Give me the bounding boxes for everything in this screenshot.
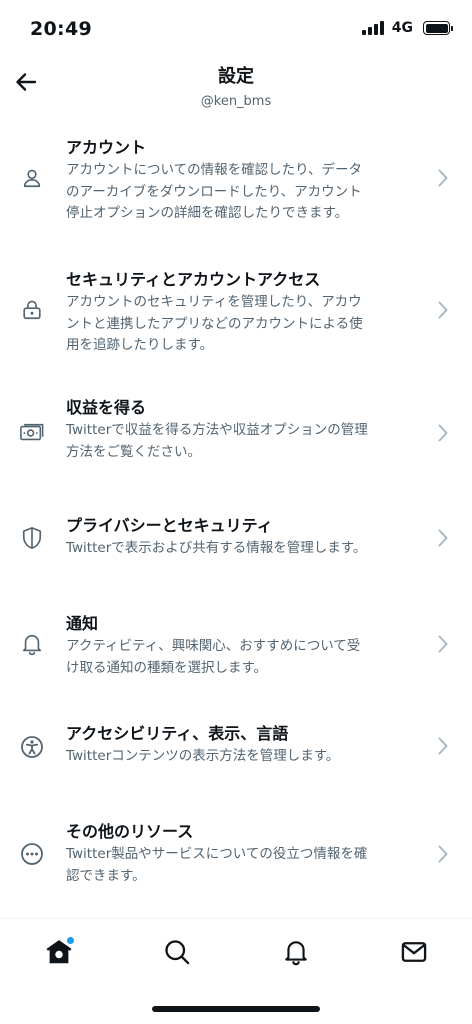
shield-icon — [20, 526, 44, 550]
home-indicator — [152, 1006, 320, 1012]
settings-item-label: 通知 — [66, 614, 99, 633]
lock-icon — [20, 298, 44, 322]
settings-item-desc-line: Twitterで収益を得る方法や収益オプションの管理 — [66, 422, 368, 438]
accessibility-icon — [20, 735, 44, 759]
settings-item-desc-line: Twitterで表示および共有する情報を管理します。 — [66, 540, 367, 556]
person-icon — [20, 166, 44, 190]
cellular-signal-icon — [361, 21, 384, 35]
settings-item-additional-resources[interactable]: その他のリソース Twitter製品やサービスについての役立つ情報を確 認できま… — [0, 806, 472, 910]
chevron-right-icon — [436, 634, 450, 654]
header-titles: 設定 @ken_bms — [0, 62, 472, 109]
unread-dot — [67, 937, 74, 944]
chevron-right-icon — [436, 423, 450, 443]
settings-item-privacy[interactable]: プライバシーとセキュリティ Twitterで表示および共有する情報を管理します。 — [0, 494, 472, 598]
chevron-right-icon — [436, 844, 450, 864]
account-handle: @ken_bms — [200, 94, 272, 109]
bell-icon — [20, 632, 44, 656]
notifications-icon — [285, 941, 307, 966]
settings-item-label: 収益を得る — [66, 398, 147, 417]
settings-item-desc-line: 方法をご覧ください。 — [66, 443, 201, 460]
settings-item-desc-line: 認できます。 — [66, 867, 146, 884]
settings-item-desc-line: ントと連携したアプリなどのアカウントによる使 — [66, 315, 363, 332]
settings-item-security[interactable]: セキュリティとアカウントアクセス アカウントのセキュリティを管理したり、アカウ … — [0, 250, 472, 382]
settings-list: アカウント アカウントについての情報を確認したり、データ のアーカイブをダウンロ… — [0, 118, 472, 910]
settings-item-desc-line: アカウントのセキュリティを管理したり、アカウ — [66, 294, 362, 310]
search-icon — [165, 940, 190, 965]
network-type: 4G — [391, 20, 413, 36]
settings-item-account[interactable]: アカウント アカウントについての情報を確認したり、データ のアーカイブをダウンロ… — [0, 118, 472, 250]
settings-item-desc-line: アクティビティ、興味関心、おすすめについて受 — [66, 638, 361, 654]
status-time: 20:49 — [30, 18, 92, 40]
settings-item-desc-line: Twitterコンテンツの表示方法を管理します。 — [66, 748, 340, 764]
settings-header: 設定 @ken_bms — [0, 58, 472, 118]
status-bar: 20:49 4G — [0, 0, 472, 58]
settings-item-desc-line: Twitter製品やサービスについての役立つ情報を確 — [66, 846, 368, 862]
chevron-right-icon — [436, 528, 450, 548]
settings-item-label: アクセシビリティ、表示、言語 — [66, 724, 289, 743]
tab-messages[interactable] — [397, 935, 431, 969]
chevron-right-icon — [436, 300, 450, 320]
more-circle-icon — [20, 842, 44, 866]
settings-item-desc-line: 停止オプションの詳細を確認したりできます。 — [66, 205, 349, 221]
page-title: 設定 — [218, 66, 254, 87]
settings-item-desc-line: のアーカイブをダウンロードしたり、アカウント — [66, 183, 362, 200]
settings-item-label: セキュリティとアカウントアクセス — [66, 270, 321, 289]
tab-notifications[interactable] — [279, 935, 313, 969]
money-icon — [20, 421, 44, 445]
tab-home[interactable] — [42, 935, 76, 969]
messages-icon — [401, 942, 427, 962]
battery-icon — [423, 21, 453, 35]
status-indicators: 4G — [361, 20, 453, 36]
settings-item-notifications[interactable]: 通知 アクティビティ、興味関心、おすすめについて受 け取る通知の種類を選択します… — [0, 598, 472, 702]
settings-item-label: プライバシーとセキュリティ — [66, 516, 273, 535]
chevron-right-icon — [436, 736, 450, 756]
settings-item-desc-line: 用を追跡したりします。 — [66, 337, 214, 353]
settings-item-accessibility[interactable]: アクセシビリティ、表示、言語 Twitterコンテンツの表示方法を管理します。 — [0, 702, 472, 806]
chevron-right-icon — [436, 168, 450, 188]
settings-item-desc-line: アカウントについての情報を確認したり、データ — [66, 162, 363, 178]
settings-item-desc-line: け取る通知の種類を選択します。 — [66, 659, 268, 676]
settings-item-label: その他のリソース — [66, 822, 194, 841]
settings-item-monetization[interactable]: 収益を得る Twitterで収益を得る方法や収益オプションの管理 方法をご覧くだ… — [0, 382, 472, 494]
tab-search[interactable] — [160, 935, 194, 969]
settings-item-label: アカウント — [66, 138, 147, 157]
